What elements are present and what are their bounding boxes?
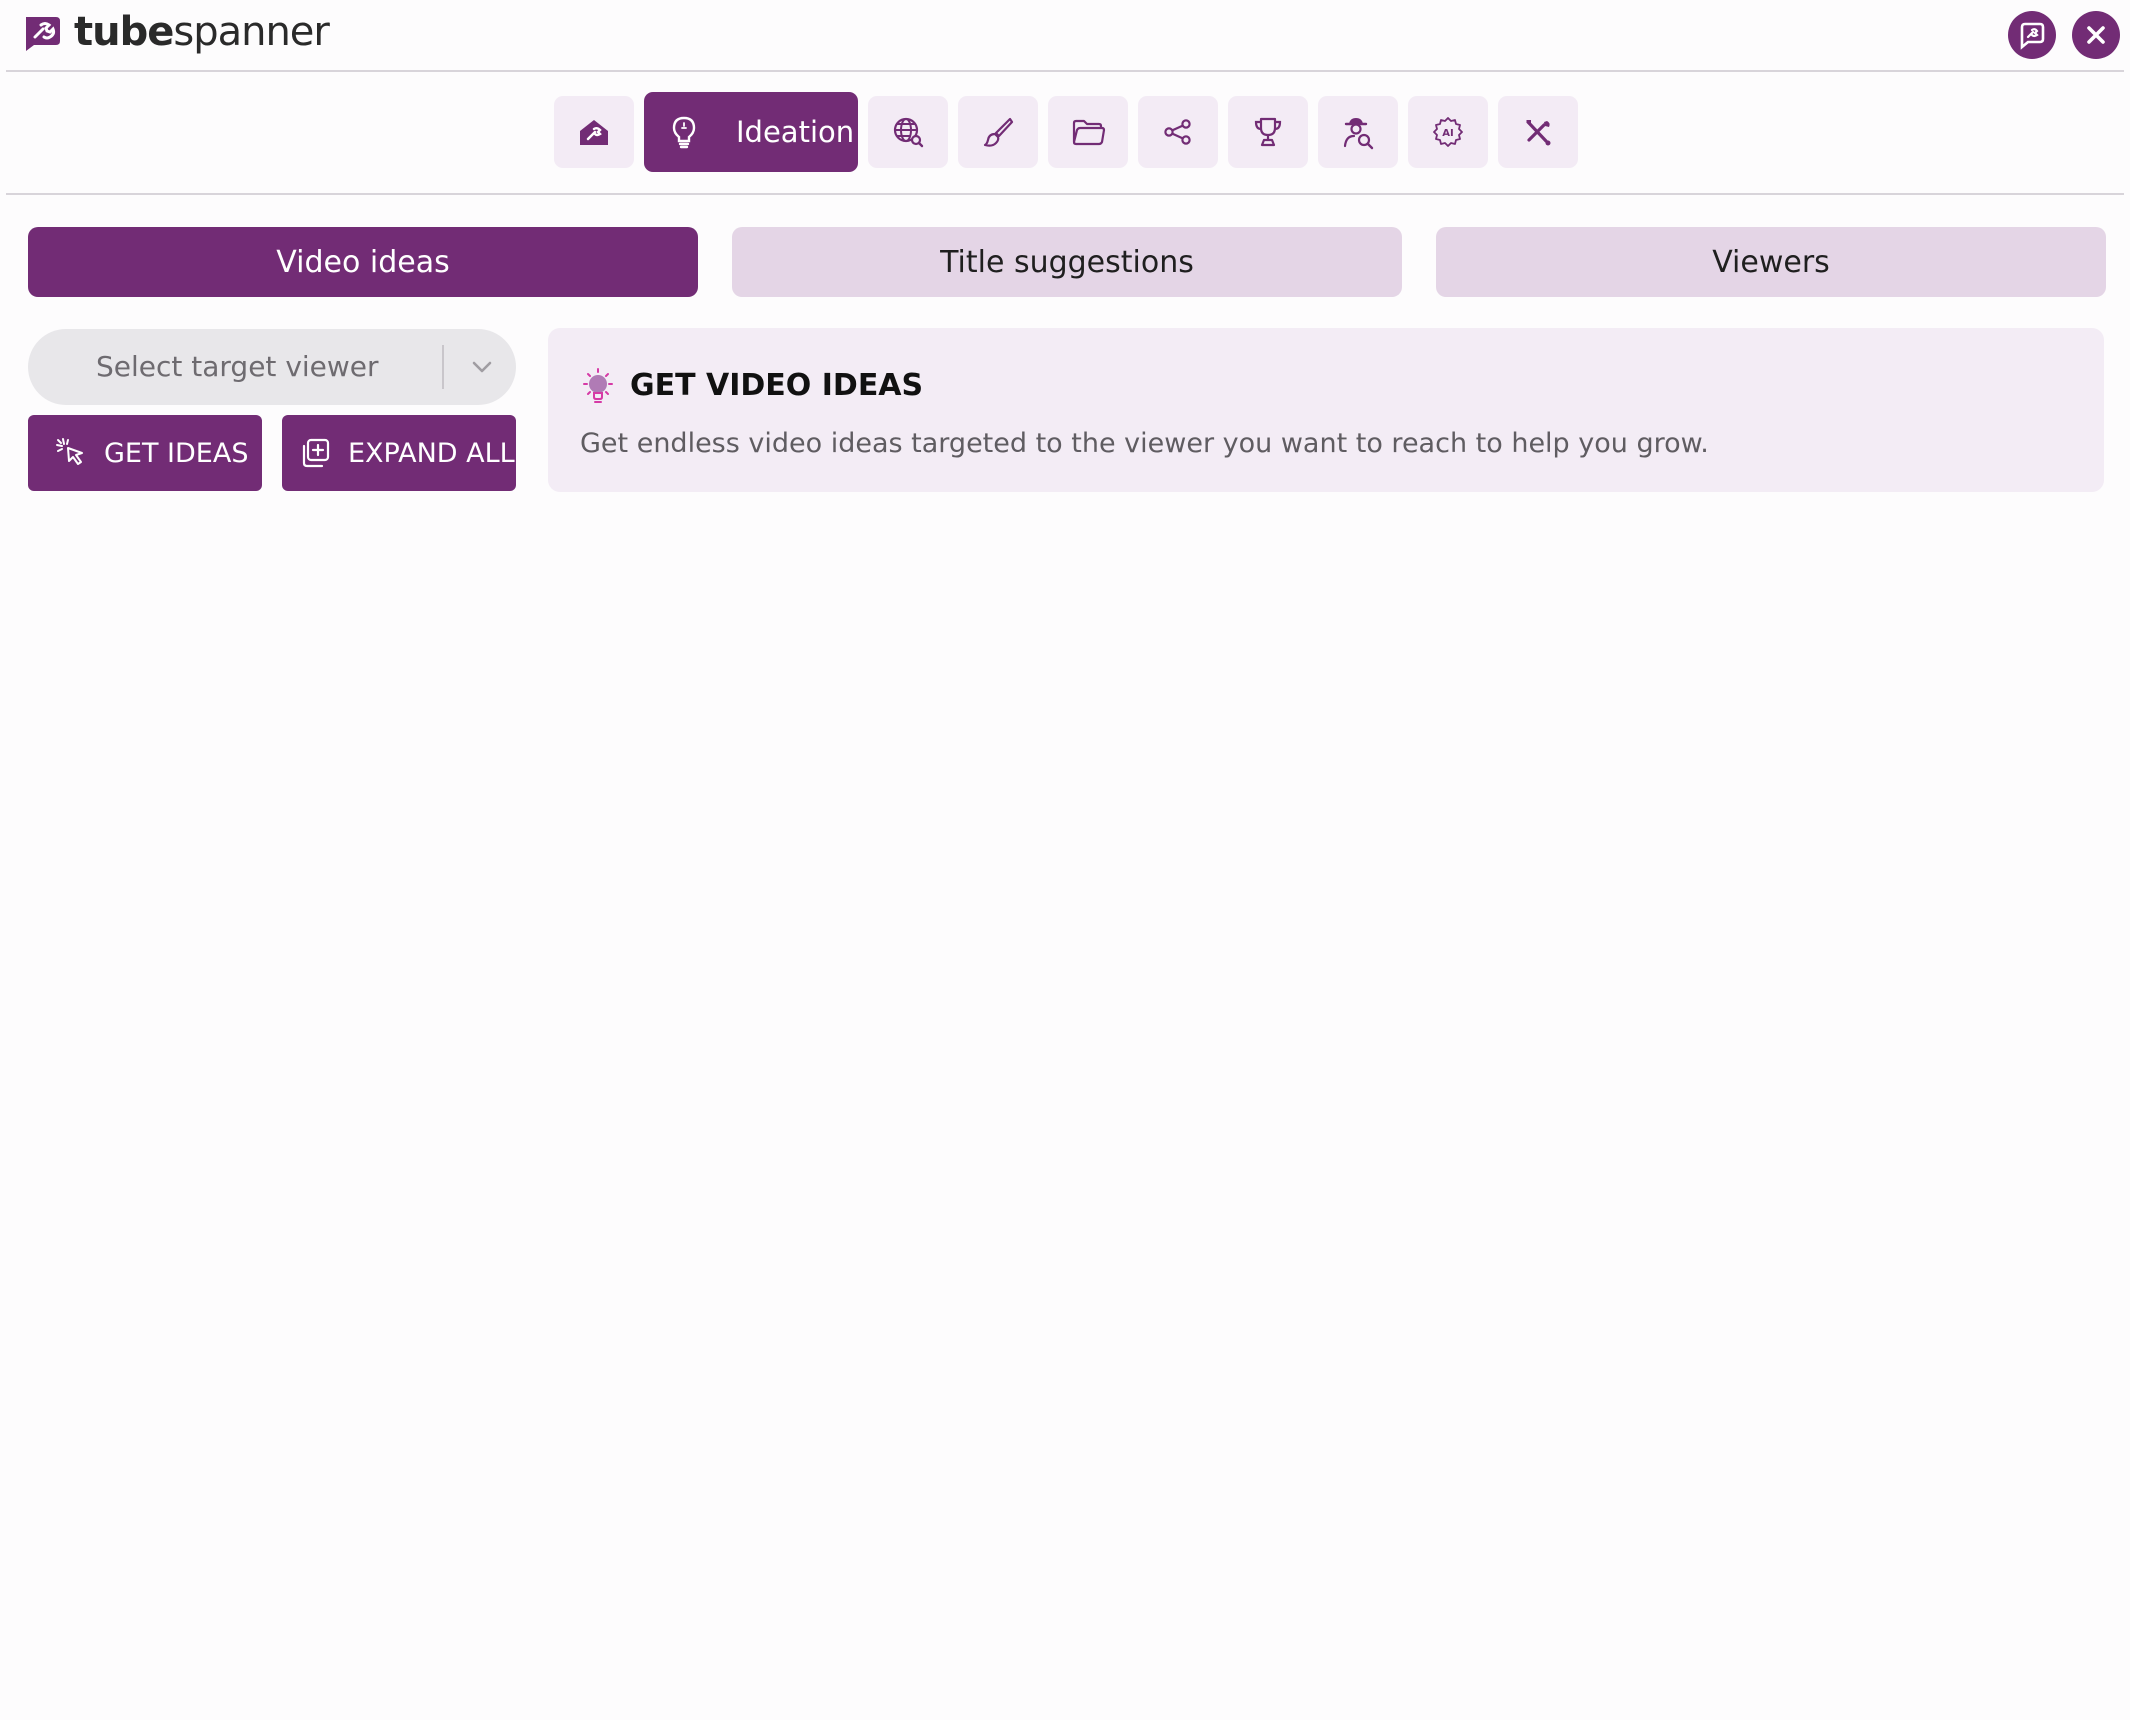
app-header: tubespanner [6, 0, 2124, 72]
close-icon [2087, 26, 2105, 44]
select-divider [442, 345, 444, 389]
toolbar-folder-button[interactable] [1048, 96, 1128, 168]
spy-search-icon [1343, 118, 1374, 150]
toolbar-brush-button[interactable] [958, 96, 1038, 168]
tools-icon [1526, 120, 1551, 146]
target-viewer-placeholder: Select target viewer [96, 350, 379, 383]
toolbar-ideation-label: Ideation [736, 115, 855, 149]
chat-button[interactable] [2008, 11, 2056, 59]
toolbar-ai-button[interactable]: AI [1408, 96, 1488, 168]
subtab-title-suggestions[interactable]: Title suggestions [732, 227, 1402, 297]
toolbar-share-button[interactable] [1138, 96, 1218, 168]
share-icon [1164, 119, 1191, 145]
app-wordmark: tubespanner [74, 9, 330, 55]
expand-all-label: EXPAND ALL [348, 437, 515, 469]
globe-search-icon [893, 117, 924, 148]
get-ideas-label: GET IDEAS [104, 437, 249, 469]
svg-text:AI: AI [1442, 128, 1453, 139]
brush-icon [983, 117, 1014, 147]
toolbar-home-button[interactable] [554, 96, 634, 168]
info-title: GET VIDEO IDEAS [630, 368, 924, 403]
info-description: Get endless video ideas targeted to the … [580, 428, 1709, 459]
logo-text-regular: spanner [173, 9, 329, 55]
logo-text-bold: tube [74, 9, 174, 55]
toolbar-trophy-button[interactable] [1228, 96, 1308, 168]
expand-all-icon [302, 438, 330, 468]
toolbar-tools-button[interactable] [1498, 96, 1578, 168]
cursor-click-icon [56, 438, 83, 465]
lightbulb-icon [672, 116, 696, 149]
tubespanner-logo-icon [26, 17, 60, 51]
target-viewer-select[interactable]: Select target viewer [28, 329, 516, 405]
toolbar-ideation-tab[interactable]: Ideation [644, 92, 858, 172]
ai-chip-icon: AI [1433, 117, 1463, 147]
home-icon [580, 120, 608, 145]
app-logo: tubespanner [20, 8, 330, 56]
main-toolbar: Ideation AI [6, 72, 2124, 195]
get-ideas-button[interactable]: GET IDEAS [28, 415, 262, 491]
app-window: tubespanner Ideation AI Video ideas Titl… [0, 0, 2130, 1720]
toolbar-globe-search-button[interactable] [868, 96, 948, 168]
folder-icon [1072, 119, 1106, 146]
subtab-video-ideas[interactable]: Video ideas [28, 227, 698, 297]
subtab-viewers[interactable]: Viewers [1436, 227, 2106, 297]
get-video-ideas-panel: GET VIDEO IDEAS Get endless video ideas … [548, 328, 2104, 492]
close-button[interactable] [2072, 11, 2120, 59]
chat-logo-icon [2020, 22, 2045, 50]
chevron-down-icon[interactable] [466, 351, 498, 383]
toolbar-spy-search-button[interactable] [1318, 96, 1398, 168]
lightbulb-icon [583, 368, 613, 403]
expand-all-button[interactable]: EXPAND ALL [282, 415, 516, 491]
trophy-icon [1254, 117, 1282, 147]
